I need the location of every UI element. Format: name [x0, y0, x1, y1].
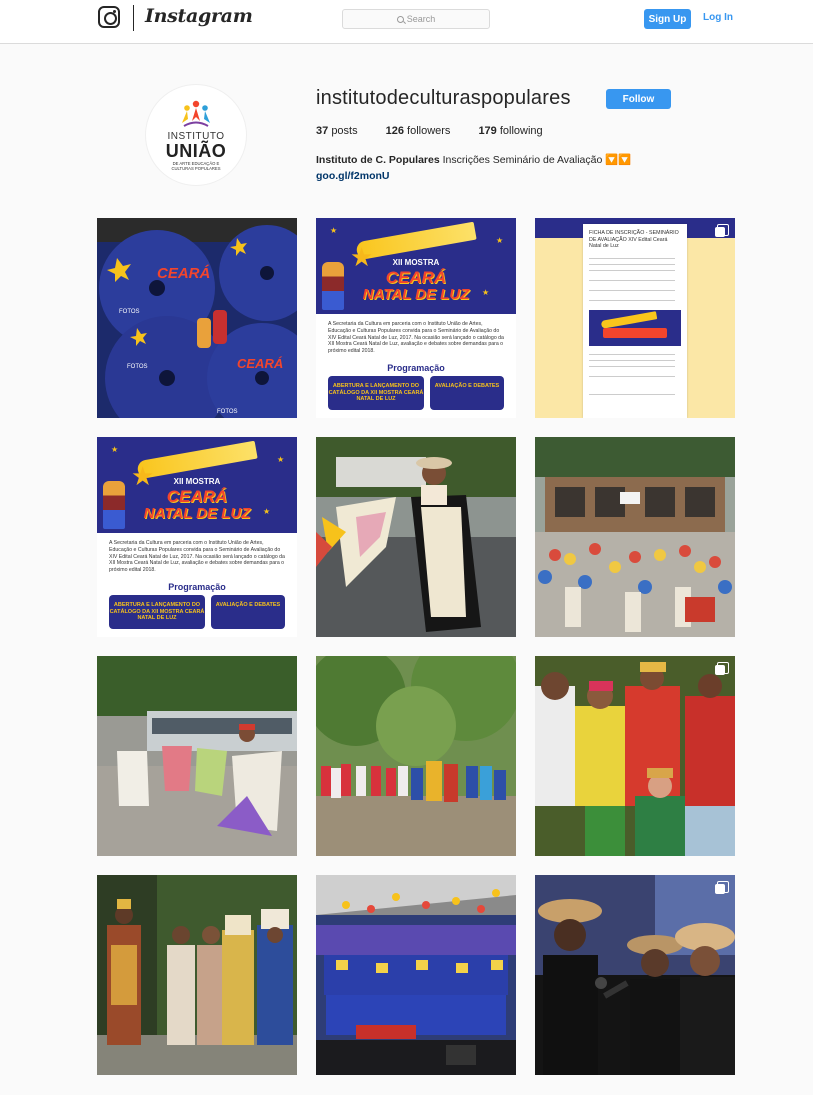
followers-count: 126 [385, 125, 404, 137]
poster-box-avaliacao: AVALIAÇÃO E DEBATES [211, 595, 285, 629]
profile-stats: 37 posts 126 followers 179 following [316, 125, 571, 137]
poster-title-line2: CEARÁ [166, 487, 228, 506]
top-navigation-bar: Instagram Search Sign Up Log In [0, 0, 813, 44]
avatar-text-subtitle-2: CULTURAS POPULARES [171, 166, 221, 171]
search-placeholder: Search [406, 14, 436, 24]
form-line [589, 394, 675, 395]
post-image-stage-group [316, 875, 516, 1075]
follow-button[interactable]: Follow [606, 89, 671, 109]
form-line [589, 280, 675, 281]
bio-emoji: 🔽🔽 [605, 154, 632, 166]
svg-text:FOTOS: FOTOS [217, 409, 238, 415]
followers-label: followers [407, 125, 451, 137]
poster-programacao: Programação [387, 363, 445, 373]
instagram-camera-icon[interactable] [98, 6, 120, 28]
instituto-uniao-logo-icon [182, 100, 210, 127]
multiple-photos-icon [715, 662, 729, 675]
form-line [589, 376, 675, 377]
poster-box-abertura: ABERTURA E LANÇAMENTO DO CATÁLOGO DA XII… [109, 595, 205, 629]
search-input[interactable]: Search [342, 9, 490, 29]
post-tile-11[interactable] [316, 875, 516, 1075]
followers-stat[interactable]: 126 followers [386, 125, 451, 137]
post-tile-12[interactable] [535, 875, 735, 1075]
posts-count: 37 [316, 125, 329, 137]
following-count: 179 [478, 125, 497, 137]
post-tile-5[interactable] [316, 437, 516, 637]
svg-text:FOTOS: FOTOS [127, 364, 148, 370]
post-tile-8[interactable] [316, 656, 516, 856]
post-image-flag-bearers [97, 656, 297, 856]
poster-paragraph: A Secretaria da Cultura em parceria com … [109, 540, 285, 574]
following-label: following [499, 125, 543, 137]
poster-programacao: Programação [168, 582, 226, 592]
post-tile-2[interactable]: ★ ★ ★ ★ XII MOSTRA CEARÁ NATAL DE LUZ A … [316, 218, 516, 418]
star-icon: ★ [111, 445, 119, 454]
profile-avatar[interactable]: INSTITUTO UNIÃO DE ARTE EDUCAÇÃO E CULTU… [145, 84, 247, 186]
post-tile-1[interactable]: CEARÁ CEARÁ FOTOS FOTOS FOTOS [97, 218, 297, 418]
post-image-wise-men [97, 875, 297, 1075]
post-tile-10[interactable] [97, 875, 297, 1075]
multiple-photos-icon [715, 881, 729, 894]
form-line [589, 258, 675, 259]
poster-title-line3: NATAL DE LUZ [143, 505, 251, 522]
posts-label: posts [331, 125, 358, 137]
svg-text:FOTOS: FOTOS [119, 309, 140, 315]
profile-bio: Instituto de C. Populares Inscrições Sem… [316, 153, 631, 166]
avatar-text-uniao: UNIÃO [165, 141, 227, 161]
form-mini-title [603, 328, 667, 338]
form-line [589, 290, 675, 291]
posts-grid: CEARÁ CEARÁ FOTOS FOTOS FOTOS ★ ★ ★ ★ XI… [97, 218, 735, 1075]
posts-stat: 37 posts [316, 125, 358, 137]
poster-paragraph: A Secretaria da Cultura em parceria com … [328, 321, 504, 355]
search-icon [396, 15, 404, 23]
bio-text: Inscrições Seminário de Avaliação [439, 154, 603, 166]
post-image-dvds: CEARÁ CEARÁ FOTOS FOTOS FOTOS [97, 218, 297, 418]
instagram-wordmark[interactable]: Instagram [145, 5, 253, 27]
post-image-dancer [316, 437, 516, 637]
post-tile-3[interactable]: FICHA DE INSCRIÇÃO - SEMINÁRIO DE AVALIA… [535, 218, 735, 418]
sign-up-button[interactable]: Sign Up [644, 9, 691, 29]
form-sheet: FICHA DE INSCRIÇÃO - SEMINÁRIO DE AVALIA… [583, 224, 687, 418]
profile-link[interactable]: goo.gl/f2monU [316, 170, 390, 182]
star-icon: ★ [330, 226, 338, 235]
form-line [589, 270, 675, 271]
poster-title-line1: XII MOSTRA [173, 477, 221, 486]
svg-text:CEARÁ: CEARÁ [157, 265, 210, 282]
form-line [589, 360, 675, 361]
star-icon: ★ [277, 455, 285, 464]
profile-username: institutodeculturaspopulares [316, 87, 571, 109]
avatar-text-subtitle: DE ARTE EDUCAÇÃO E CULTURAS POPULARES [171, 161, 220, 171]
poster-box-abertura: ABERTURA E LANÇAMENTO DO CATÁLOGO DA XII… [328, 376, 424, 410]
bio-name: Instituto de C. Populares [316, 154, 440, 166]
form-heading: FICHA DE INSCRIÇÃO - SEMINÁRIO DE AVALIA… [589, 230, 679, 249]
post-tile-9[interactable] [535, 656, 735, 856]
form-line [589, 264, 675, 265]
poster-title-line2: CEARÁ [385, 268, 447, 287]
post-tile-4[interactable]: ★ ★ ★ ★ XII MOSTRA CEARÁ NATAL DE LUZ A … [97, 437, 297, 637]
multiple-photos-icon [715, 224, 729, 237]
post-image-festive-costumes [535, 656, 735, 856]
svg-text:CEARÁ: CEARÁ [237, 356, 283, 371]
post-image-park-group [316, 656, 516, 856]
post-tile-7[interactable] [97, 656, 297, 856]
form-line [589, 300, 675, 301]
post-image-parade [535, 437, 735, 637]
poster-box-avaliacao: AVALIAÇÃO E DEBATES [430, 376, 504, 410]
post-image-singers [535, 875, 735, 1075]
post-tile-6[interactable] [535, 437, 735, 637]
log-in-link[interactable]: Log In [703, 12, 733, 23]
following-stat[interactable]: 179 following [478, 125, 542, 137]
star-icon: ★ [496, 236, 504, 245]
form-line [589, 366, 675, 367]
poster-title-line1: XII MOSTRA [392, 258, 440, 267]
logo-divider [133, 5, 134, 31]
poster-title-line3: NATAL DE LUZ [362, 286, 470, 303]
form-line [589, 354, 675, 355]
